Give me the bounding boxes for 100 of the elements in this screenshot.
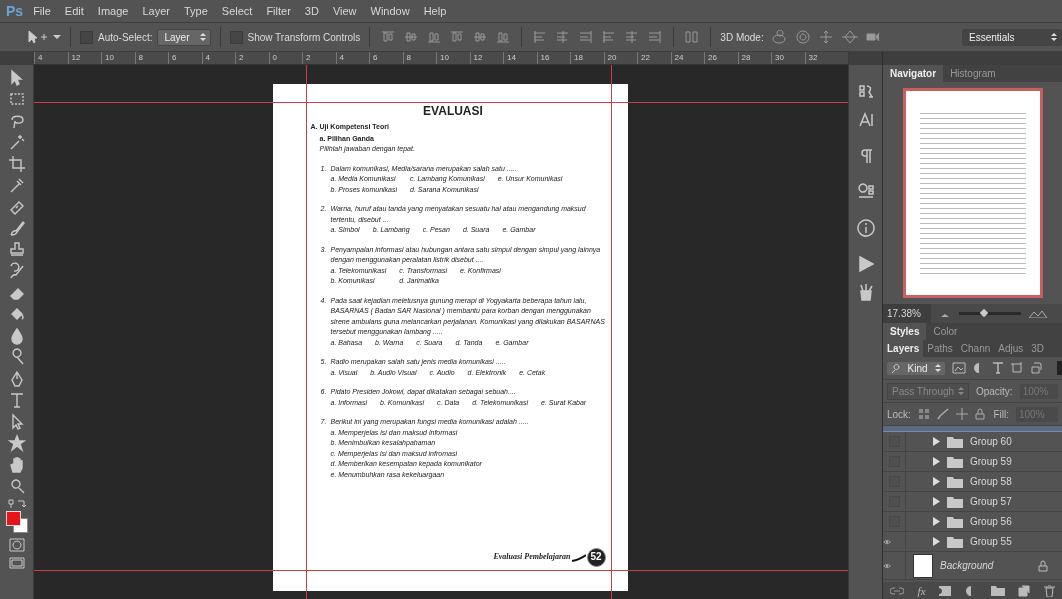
3d-orbit-icon[interactable]: [769, 30, 788, 44]
swap-colors-icon[interactable]: [7, 499, 26, 509]
panel-tab[interactable]: Histogram: [943, 65, 1003, 82]
layer-name[interactable]: Group 55: [970, 536, 1062, 547]
stamp-icon[interactable]: [7, 240, 26, 259]
menu-item[interactable]: Select: [221, 5, 253, 17]
document-thumbnail[interactable]: [902, 88, 1043, 298]
zoom-in-icon[interactable]: [1029, 309, 1047, 318]
expand-arrow-icon[interactable]: [933, 537, 940, 546]
panel-tab[interactable]: Color: [926, 323, 965, 340]
layer-name[interactable]: Group 59: [970, 456, 1062, 467]
folder-icon: [947, 435, 963, 448]
menu-item[interactable]: Edit: [64, 5, 84, 17]
trash-icon[interactable]: [1044, 584, 1056, 597]
updown-caret-icon[interactable]: [1051, 32, 1057, 42]
info-icon[interactable]: [856, 219, 875, 237]
ruler-label: 0: [268, 52, 302, 64]
mask-icon[interactable]: [939, 585, 952, 596]
layer-name[interactable]: Group 60: [970, 436, 1062, 447]
layer-style-button[interactable]: fx: [917, 584, 926, 597]
panel-icon[interactable]: [856, 83, 875, 101]
lock-pixels-icon[interactable]: [917, 408, 930, 420]
expand-arrow-icon[interactable]: [933, 497, 940, 506]
menu-item[interactable]: Filter: [266, 5, 291, 17]
letter-icon[interactable]: [856, 111, 875, 129]
panel-tab[interactable]: Styles: [883, 323, 927, 340]
filter-toggle[interactable]: [1057, 361, 1062, 375]
align-icon[interactable]: [449, 30, 466, 44]
panel-tab[interactable]: Navigator: [883, 65, 944, 82]
crop-tool-icon[interactable]: [7, 154, 26, 173]
image-filter-icon[interactable]: [952, 362, 966, 374]
layer-dropdown[interactable]: Layer: [157, 28, 211, 46]
menu-item[interactable]: Image: [97, 5, 129, 17]
ruler-label: 4: [201, 52, 235, 64]
align-icon[interactable]: [403, 30, 420, 44]
expand-arrow-icon[interactable]: [933, 477, 940, 486]
layer-name[interactable]: Background: [940, 560, 1031, 571]
menu-item[interactable]: Type: [183, 5, 208, 17]
align-icon[interactable]: [472, 30, 489, 44]
align-icon[interactable]: [684, 30, 701, 44]
lock-icon[interactable]: [974, 408, 985, 420]
menu-item[interactable]: 3D: [304, 5, 319, 17]
hand-tool-icon[interactable]: [7, 455, 26, 474]
panel-tab[interactable]: Adjus: [994, 340, 1028, 357]
visibility-toggle[interactable]: [883, 532, 906, 551]
folder-icon[interactable]: [990, 585, 1005, 596]
align-icon[interactable]: [380, 30, 397, 44]
eye-icon[interactable]: [883, 537, 891, 546]
quick-mask-icon[interactable]: [7, 536, 26, 553]
menu-item[interactable]: View: [332, 5, 357, 17]
caret-icon[interactable]: [53, 34, 61, 40]
3d-roll-icon[interactable]: [794, 30, 811, 44]
updown-caret-icon[interactable]: [199, 32, 206, 42]
workspace-dropdown[interactable]: Essentials: [962, 28, 1062, 46]
ruler-label: 4: [335, 52, 369, 64]
expand-arrow-icon[interactable]: [933, 457, 940, 466]
layer-name[interactable]: Group 56: [970, 516, 1062, 527]
panel-tab[interactable]: Chann: [956, 340, 995, 357]
eye-icon[interactable]: [883, 561, 891, 570]
3d-pan-icon[interactable]: [817, 30, 834, 44]
brush-lock-icon[interactable]: [936, 408, 949, 420]
panel-tab[interactable]: Layers: [883, 340, 924, 357]
menu-item[interactable]: Layer: [142, 5, 170, 17]
ruler-label: 30: [771, 52, 805, 64]
link-icon[interactable]: [889, 586, 904, 595]
updown-caret-icon[interactable]: [935, 363, 941, 373]
panel-tab[interactable]: Paths: [923, 340, 957, 357]
expand-arrow-icon[interactable]: [933, 517, 940, 526]
history-brush-icon[interactable]: [7, 262, 26, 280]
lock-label: Lock:: [887, 408, 911, 420]
zoom-field[interactable]: 17.38%: [883, 304, 931, 323]
type-filter-icon[interactable]: [992, 362, 1004, 374]
move-tool-icon[interactable]: [26, 29, 48, 45]
checkbox[interactable]: [80, 30, 93, 44]
marquee-tool-icon[interactable]: [7, 90, 26, 108]
folder-icon: [947, 535, 963, 548]
color-swatches-icon[interactable]: [5, 511, 28, 533]
panel-tab[interactable]: 3D: [1027, 340, 1049, 357]
menu-item[interactable]: File: [33, 5, 51, 17]
layer-name[interactable]: Group 58: [970, 476, 1062, 487]
layer-name[interactable]: Group 57: [970, 496, 1062, 507]
smart-object-filter-icon[interactable]: [1030, 362, 1042, 374]
tool-presets-icon[interactable]: [856, 183, 875, 201]
shape-filter-icon[interactable]: [1011, 362, 1023, 374]
expand-arrow-icon[interactable]: [933, 437, 940, 446]
visibility-toggle[interactable]: [883, 552, 906, 579]
move-lock-icon[interactable]: [955, 408, 968, 420]
3d-slide-icon[interactable]: [840, 30, 859, 44]
screen-mode-icon[interactable]: [7, 556, 26, 570]
brush-icon[interactable]: [7, 219, 26, 237]
ruler-label: 32: [804, 52, 838, 64]
align-icon[interactable]: [426, 30, 443, 44]
menu-item[interactable]: Help: [423, 5, 447, 17]
align-icon[interactable]: [495, 30, 512, 44]
filter-dropdown[interactable]: Kind: [887, 361, 945, 375]
new-layer-icon[interactable]: [1018, 584, 1031, 597]
shape-tool-icon[interactable]: [7, 434, 26, 452]
checkbox[interactable]: [229, 30, 243, 44]
play-icon[interactable]: [856, 255, 875, 273]
menu-item[interactable]: Window: [370, 5, 410, 17]
